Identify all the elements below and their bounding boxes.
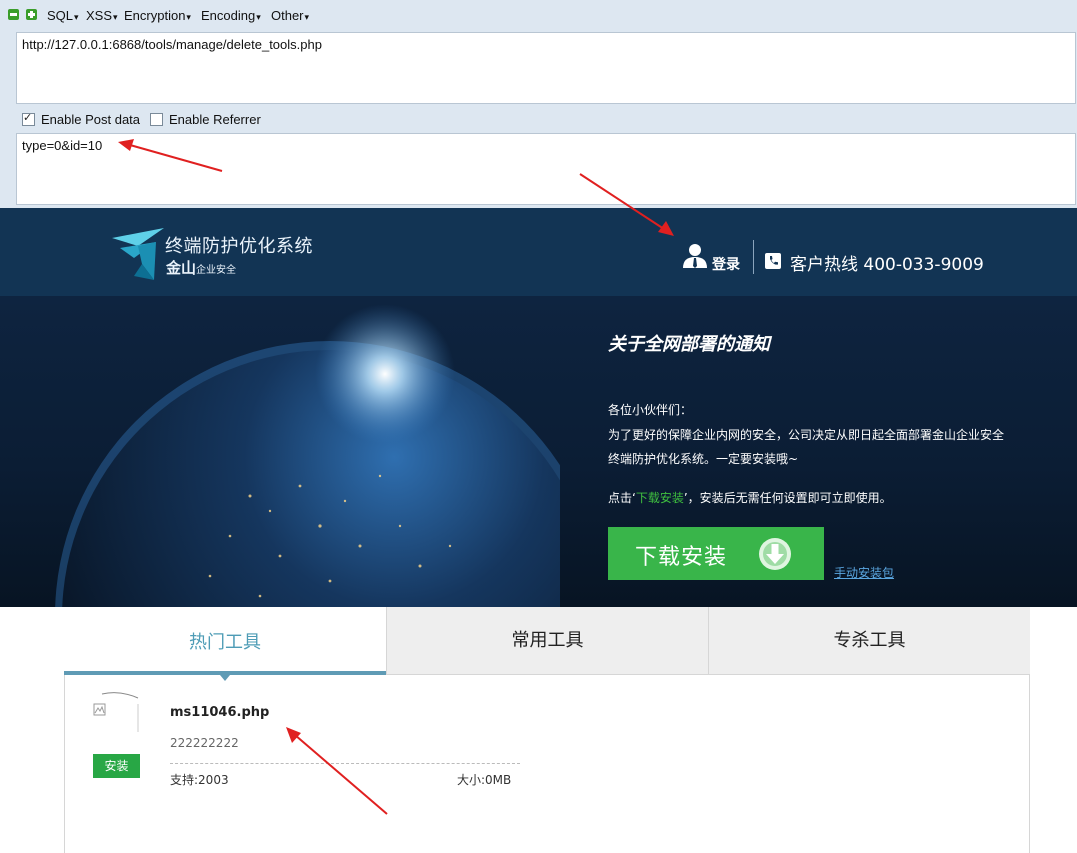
hackbar-menubar: SQL XSS Encryption Encoding Other bbox=[0, 0, 1077, 32]
enable-post-checkbox[interactable]: Enable Post data bbox=[22, 111, 141, 127]
menu-sql[interactable]: SQL bbox=[47, 8, 79, 23]
install-button[interactable]: 安装 bbox=[93, 754, 140, 778]
notice-title: 关于全网部署的通知 bbox=[608, 334, 770, 355]
broken-image-icon bbox=[93, 692, 139, 732]
expand-icon[interactable] bbox=[26, 9, 37, 20]
tool-description: 222222222 bbox=[170, 736, 239, 750]
tool-size: 大小:0MB bbox=[457, 773, 512, 787]
notice-banner: 关于全网部署的通知 各位小伙伴们： 为了更好的保障企业内网的安全，公司决定从即日… bbox=[0, 296, 1077, 607]
checkbox-unchecked-icon[interactable] bbox=[150, 113, 163, 126]
tool-separator bbox=[170, 763, 520, 764]
tool-name[interactable]: ms11046.php bbox=[170, 705, 269, 720]
notice-highlight: 下载安装 bbox=[635, 491, 684, 505]
enable-referrer-checkbox[interactable]: Enable Referrer bbox=[150, 112, 261, 127]
tool-list-panel bbox=[64, 675, 1030, 853]
download-install-label: 下载安装 bbox=[635, 545, 728, 570]
kingsoft-logo-icon bbox=[112, 228, 164, 280]
user-icon bbox=[683, 244, 707, 268]
download-install-button[interactable]: 下载安装 bbox=[608, 527, 824, 580]
customer-hotline: 客户热线 400-033-9009 bbox=[790, 255, 984, 275]
hackbar-panel: SQL XSS Encryption Encoding Other http:/… bbox=[0, 0, 1077, 208]
site-header: 终端防护优化系统 金山 企业安全 登录 客户热线 400-033-9009 bbox=[0, 208, 1077, 296]
login-label[interactable]: 登录 bbox=[712, 254, 740, 274]
tool-tabs: 热门工具 常用工具 专杀工具 bbox=[64, 607, 1030, 681]
url-field[interactable]: http://127.0.0.1:6868/tools/manage/delet… bbox=[16, 32, 1076, 104]
phone-icon bbox=[765, 253, 781, 269]
tab-common-tools[interactable]: 常用工具 bbox=[386, 607, 708, 675]
notice-line-1: 为了更好的保障企业内网的安全，公司决定从即日起全面部署金山企业安全 bbox=[608, 428, 1005, 442]
tab-hot-tools[interactable]: 热门工具 bbox=[64, 607, 386, 681]
checkbox-checked-icon[interactable] bbox=[22, 111, 35, 126]
manual-install-link[interactable]: 手动安装包 bbox=[834, 564, 894, 581]
header-divider bbox=[753, 240, 754, 274]
download-arrow-icon bbox=[759, 538, 791, 570]
notice-line-3-suffix: ’，安装后无需任何设置即可立即使用。 bbox=[683, 491, 892, 505]
notice-line-3-prefix: 点击‘ bbox=[608, 491, 636, 505]
notice-greeting: 各位小伙伴们： bbox=[608, 403, 693, 417]
brand-name: 金山 bbox=[166, 259, 197, 277]
earth-image bbox=[55, 304, 560, 607]
menu-xss[interactable]: XSS bbox=[86, 8, 118, 23]
menu-encoding[interactable]: Encoding bbox=[201, 8, 261, 23]
menu-encryption[interactable]: Encryption bbox=[124, 8, 191, 23]
product-title: 终端防护优化系统 bbox=[165, 236, 313, 257]
post-data-field[interactable]: type=0&id=10 bbox=[16, 133, 1076, 205]
notice-line-2: 终端防护优化系统。一定要安装哦~ bbox=[608, 452, 799, 466]
menu-other[interactable]: Other bbox=[271, 8, 309, 23]
brand-subtitle: 企业安全 bbox=[196, 265, 236, 276]
enable-post-label: Enable Post data bbox=[41, 112, 141, 127]
collapse-icon[interactable] bbox=[8, 9, 19, 20]
tool-support: 支持:2003 bbox=[170, 773, 229, 787]
tab-removal-tools[interactable]: 专杀工具 bbox=[708, 607, 1030, 675]
notice-line-3: 点击‘下载安装’，安装后无需任何设置即可立即使用。 bbox=[608, 489, 892, 506]
enable-referrer-label: Enable Referrer bbox=[169, 112, 261, 127]
